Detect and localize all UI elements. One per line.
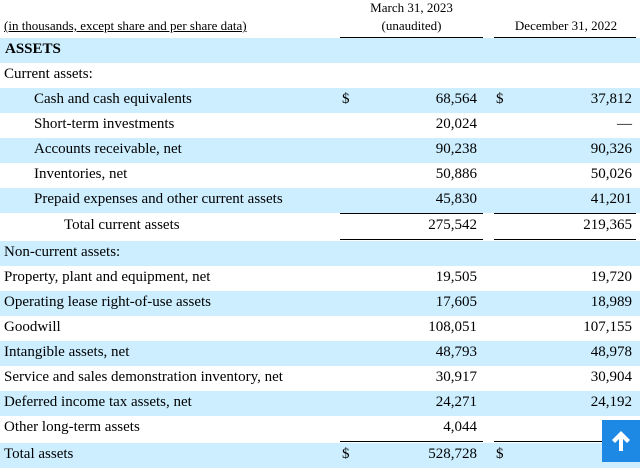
table-row: Current assets: [0,63,640,88]
value-2023: 4,044 [443,419,477,435]
arrow-up-icon [612,431,630,451]
value-2022: 19,720 [590,269,632,285]
table-row: Deferred income tax assets, net 24,271 2… [0,391,640,416]
row-label: Deferred income tax assets, net [4,394,192,410]
row-label: Total assets [4,446,74,462]
scroll-to-top-button[interactable] [602,420,640,462]
total-assets-line-col1 [340,441,483,442]
row-label: Accounts receivable, net [34,141,182,157]
value-2022: 18,989 [590,294,632,310]
value-2022: 90,326 [590,141,632,157]
table-row: Operating lease right-of-use assets 17,6… [0,291,640,316]
table-row: Intangible assets, net 48,793 48,978 [0,341,640,366]
row-label: Current assets: [4,66,93,82]
currency-symbol: $ [496,446,504,462]
row-label: Operating lease right-of-use assets [4,294,212,310]
table-row: Inventories, net 50,886 50,026 [0,163,640,188]
value-2022: 107,155 [583,319,632,335]
table-row: Goodwill 108,051 107,155 [0,316,640,341]
table-row: Total current assets 275,542 219,365 [0,214,640,239]
table-row: Short-term investments 20,024 — [0,113,640,138]
row-label: Service and sales demonstration inventor… [4,369,283,385]
row-label: Other long-term assets [4,419,140,435]
table-row: Accounts receivable, net 90,238 90,326 [0,138,640,163]
total-line-col1 [340,239,483,240]
table-row: Service and sales demonstration inventor… [0,366,640,391]
value-2022: — [617,116,632,132]
value-2022: 41,201 [590,191,632,207]
value-2023: 45,830 [435,191,477,207]
value-2022: 37,812 [590,91,632,107]
value-2023: 528,728 [428,446,477,462]
value-2023: 275,542 [428,217,477,233]
value-2022: 50,026 [590,166,632,182]
col-header-march-2023: March 31, 2023 [370,0,453,15]
table-row: ASSETS [0,38,640,63]
row-label: Intangible assets, net [4,344,130,360]
row-label: Non-current assets: [4,244,121,260]
table-row: Cash and cash equivalents $ 68,564 $ 37,… [0,88,640,113]
row-label: Property, plant and equipment, net [4,269,211,285]
currency-symbol: $ [342,446,350,462]
value-2023: 50,886 [435,166,477,182]
row-label: Prepaid expenses and other current asset… [34,191,283,207]
table-row: Prepaid expenses and other current asset… [0,188,640,213]
table-row: Property, plant and equipment, net 19,50… [0,266,640,291]
row-label: Short-term investments [34,116,175,132]
value-2022: 48,978 [590,344,632,360]
value-2023: 68,564 [435,91,477,107]
value-2023: 90,238 [435,141,477,157]
table-row: Non-current assets: [0,241,640,266]
col-header-december-2022: December 31, 2022 [514,18,618,33]
section-heading: ASSETS [5,41,61,57]
value-2023: 108,051 [428,319,477,335]
value-2023: 24,271 [435,394,477,410]
row-label: Goodwill [4,319,61,335]
value-2022: 219,365 [583,217,632,233]
units-note: (in thousands, except share and per shar… [4,18,247,33]
value-2023: 30,917 [435,369,477,385]
value-2022: 30,904 [590,369,632,385]
value-2022: 24,192 [590,394,632,410]
table-row: Total assets $ 528,728 $ 473 [0,443,640,468]
total-line-col2 [494,239,636,240]
value-2023: 48,793 [435,344,477,360]
row-label: Inventories, net [34,166,128,182]
currency-symbol: $ [496,91,504,107]
value-2023: 17,605 [435,294,477,310]
value-2023: 19,505 [435,269,477,285]
value-2023: 20,024 [435,116,477,132]
col-header-unaudited: (unaudited) [381,18,442,33]
table-row: Other long-term assets 4,044 4 [0,416,640,441]
row-label: Cash and cash equivalents [34,91,192,107]
row-label: Total current assets [64,217,180,233]
currency-symbol: $ [342,91,350,107]
